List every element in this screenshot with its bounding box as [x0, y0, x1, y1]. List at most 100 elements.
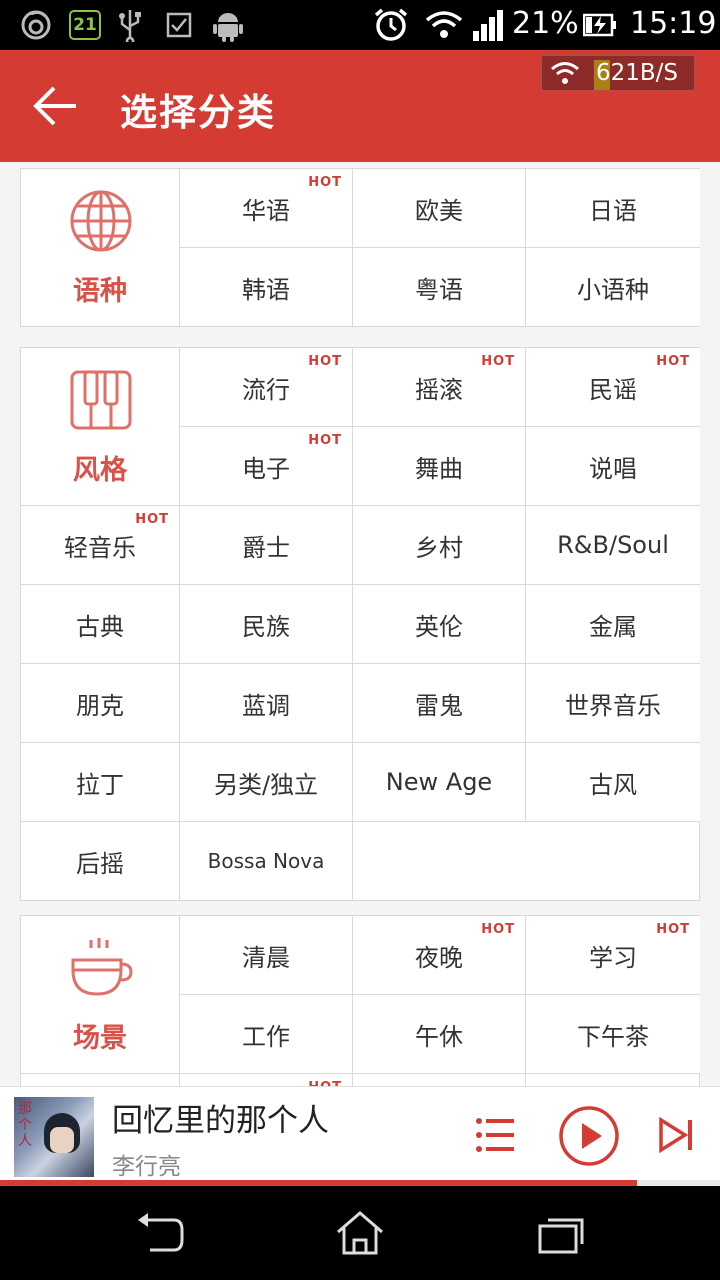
- piano-icon: [69, 368, 133, 432]
- category-item[interactable]: 后摇: [21, 822, 180, 901]
- category-item[interactable]: 夜晚 HOT: [353, 916, 526, 995]
- album-cover-text: 那个人: [18, 1101, 32, 1149]
- category-item-label: 电子: [242, 454, 290, 483]
- category-item-label: 民谣: [589, 375, 637, 404]
- category-item[interactable]: 蓝调: [180, 664, 353, 743]
- category-item[interactable]: 另类/独立: [180, 743, 353, 822]
- category-item-label: 雷鬼: [415, 691, 463, 720]
- badge-21-icon: 21: [68, 8, 102, 42]
- category-content[interactable]: 语种 华语 HOT 欧美 日语 韩语 粤语 小语种 风格 流行 HOT 摇滚 HOT 民谣 HOT 电子 HOT…: [0, 162, 720, 1086]
- category-item-label: 欧美: [415, 196, 463, 225]
- android-icon: [210, 8, 246, 42]
- category-header: 场景: [21, 916, 180, 1074]
- back-arrow-icon[interactable]: [30, 84, 82, 128]
- category-item-label: 拉丁: [76, 770, 124, 799]
- category-item-label: 小语种: [577, 275, 649, 304]
- category-item[interactable]: 英伦: [353, 585, 526, 664]
- category-item[interactable]: 民谣 HOT: [526, 348, 700, 427]
- category-item[interactable]: 下午茶: [526, 995, 700, 1074]
- clock: 15:19: [630, 5, 717, 41]
- category-item[interactable]: 旅行: [353, 1074, 526, 1086]
- category-item[interactable]: 电子 HOT: [180, 427, 353, 506]
- category-item-label: 摇滚: [415, 375, 463, 404]
- category-item[interactable]: 说唱: [526, 427, 700, 506]
- hot-badge: HOT: [135, 512, 169, 527]
- category-item[interactable]: 工作: [180, 995, 353, 1074]
- mini-player[interactable]: 那个人 回忆里的那个人 李行亮: [0, 1086, 720, 1186]
- category-section: 风格 流行 HOT 摇滚 HOT 民谣 HOT 电子 HOT 舞曲 说唱 轻音乐 HOT 爵士 乡村 R&B/…: [20, 347, 700, 901]
- category-item[interactable]: 古典: [21, 585, 180, 664]
- category-item[interactable]: 华语 HOT: [180, 169, 353, 248]
- category-item-label: 民族: [242, 612, 290, 641]
- category-item-label: 爵士: [242, 533, 290, 562]
- category-item-label: 古典: [76, 612, 124, 641]
- category-item-label: 另类/独立: [213, 770, 319, 799]
- category-item[interactable]: 雷鬼: [353, 664, 526, 743]
- album-cover[interactable]: 那个人: [14, 1097, 94, 1177]
- category-item-label: 流行: [242, 375, 290, 404]
- app-bar: 选择分类 621B/S: [0, 50, 720, 162]
- system-nav-bar: [0, 1186, 720, 1280]
- category-item[interactable]: 民族: [180, 585, 353, 664]
- category-item-label: R&B/Soul: [557, 531, 669, 559]
- hot-badge: HOT: [481, 922, 515, 937]
- coffee-cup-icon: [69, 936, 133, 1000]
- wifi-icon: [551, 62, 579, 84]
- category-item[interactable]: 世界音乐: [526, 664, 700, 743]
- category-item-label: 金属: [589, 612, 637, 641]
- category-item-label: 古风: [589, 770, 637, 799]
- play-icon: [559, 1106, 619, 1166]
- category-item[interactable]: 粤语: [353, 248, 526, 327]
- category-section: 语种 华语 HOT 欧美 日语韩语 粤语 小语种: [20, 168, 700, 327]
- back-icon[interactable]: [134, 1210, 186, 1256]
- category-item-label: 华语: [242, 196, 290, 225]
- usb-icon: [116, 8, 144, 42]
- category-label: 语种: [73, 276, 127, 307]
- hot-badge: HOT: [656, 922, 690, 937]
- hot-badge: HOT: [308, 175, 342, 190]
- badge-21-value: 21: [69, 10, 101, 40]
- category-item[interactable]: 运动HOT: [180, 1074, 353, 1086]
- category-item[interactable]: Bossa Nova: [180, 822, 353, 901]
- category-item-label: Bossa Nova: [207, 849, 325, 873]
- category-item[interactable]: 午休: [353, 995, 526, 1074]
- category-item[interactable]: 朋克: [21, 664, 180, 743]
- category-item[interactable]: 流行 HOT: [180, 348, 353, 427]
- category-item[interactable]: 欧美: [353, 169, 526, 248]
- category-item[interactable]: 日语: [526, 169, 700, 248]
- category-item-label: 日语: [589, 196, 637, 225]
- category-item[interactable]: [21, 1074, 180, 1086]
- category-item[interactable]: 摇滚 HOT: [353, 348, 526, 427]
- category-item[interactable]: 舞曲: [353, 427, 526, 506]
- category-item-label: 舞曲: [415, 454, 463, 483]
- alarm-icon: [372, 8, 410, 42]
- category-item[interactable]: 乡村: [353, 506, 526, 585]
- category-item[interactable]: New Age: [353, 743, 526, 822]
- category-item[interactable]: 清晨: [180, 916, 353, 995]
- category-item[interactable]: 小语种: [526, 248, 700, 327]
- category-item[interactable]: 古风: [526, 743, 700, 822]
- category-item-label: 朋克: [76, 691, 124, 720]
- play-button[interactable]: [558, 1105, 620, 1171]
- network-speed-badge: 621B/S: [540, 54, 696, 92]
- category-item[interactable]: 爵士: [180, 506, 353, 585]
- home-icon[interactable]: [334, 1210, 386, 1256]
- netease-icon: [18, 8, 54, 42]
- category-header: 语种: [21, 169, 180, 327]
- hot-badge: HOT: [308, 354, 342, 369]
- category-item[interactable]: R&B/Soul: [526, 506, 700, 585]
- battery-icon: [582, 8, 618, 42]
- category-item[interactable]: 拉丁: [21, 743, 180, 822]
- category-item[interactable]: 金属: [526, 585, 700, 664]
- category-item[interactable]: 轻音乐 HOT: [21, 506, 180, 585]
- category-item[interactable]: 学习 HOT: [526, 916, 700, 995]
- category-item-label: 粤语: [415, 275, 463, 304]
- category-item[interactable]: 韩语: [180, 248, 353, 327]
- playlist-icon[interactable]: [476, 1117, 516, 1157]
- recents-icon[interactable]: [536, 1210, 588, 1256]
- category-item-label: 后摇: [76, 849, 124, 878]
- category-label: 场景: [73, 1023, 127, 1054]
- status-bar: 21 21% 15:19: [0, 0, 720, 50]
- category-section: 场景 清晨 夜晚 HOT 学习 HOT 工作 午休 下午茶运动HOT旅行: [20, 915, 700, 1086]
- next-icon[interactable]: [658, 1116, 694, 1157]
